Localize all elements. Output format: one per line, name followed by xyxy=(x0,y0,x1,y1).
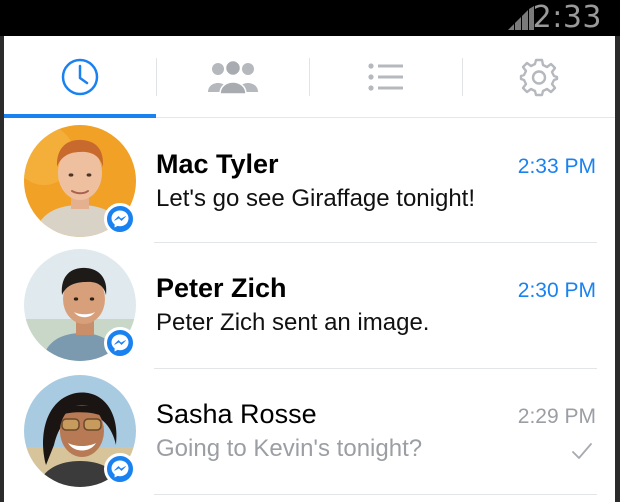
people-icon xyxy=(208,59,258,95)
tab-bar xyxy=(4,36,615,118)
messenger-icon xyxy=(111,334,129,352)
avatar-container xyxy=(24,375,136,487)
conversation-row[interactable]: Sasha Rosse Going to Kevin's tonight? 2:… xyxy=(4,369,615,495)
conversation-list: Mac Tyler Let's go see Giraffage tonight… xyxy=(4,119,615,502)
message-time: 2:30 PM xyxy=(517,279,596,302)
tab-recent[interactable] xyxy=(4,36,156,118)
messenger-badge xyxy=(104,327,136,359)
check-icon xyxy=(572,443,592,459)
status-clock: 2:33 xyxy=(532,0,602,35)
gear-icon xyxy=(519,58,559,97)
message-time: 2:33 PM xyxy=(517,155,596,178)
tab-people[interactable] xyxy=(310,36,462,118)
contact-name: Peter Zich xyxy=(156,273,287,303)
message-preview: Let's go see Giraffage tonight! xyxy=(156,185,476,212)
list-icon xyxy=(368,63,403,91)
status-bar: 2:33 xyxy=(0,0,620,36)
message-preview: Peter Zich sent an image. xyxy=(156,309,430,336)
avatar-container xyxy=(24,249,136,361)
active-tab-indicator xyxy=(4,114,156,118)
message-time: 2:29 PM xyxy=(517,405,596,428)
messenger-badge xyxy=(104,453,136,485)
row-divider xyxy=(154,494,597,495)
tab-settings[interactable] xyxy=(463,36,615,118)
contact-name: Mac Tyler xyxy=(156,149,279,179)
frame-edge-right xyxy=(615,36,620,502)
tab-groups[interactable] xyxy=(157,36,309,118)
messenger-badge xyxy=(104,203,136,235)
avatar-container xyxy=(24,125,136,237)
signal-icon xyxy=(508,6,534,30)
conversation-row[interactable]: Peter Zich Peter Zich sent an image. 2:3… xyxy=(4,243,615,369)
clock-icon xyxy=(61,58,99,96)
messenger-icon xyxy=(111,460,129,478)
contact-name: Sasha Rosse xyxy=(156,399,317,429)
conversation-row[interactable]: Mac Tyler Let's go see Giraffage tonight… xyxy=(4,119,615,245)
messenger-icon xyxy=(111,210,129,228)
message-preview: Going to Kevin's tonight? xyxy=(156,435,423,462)
